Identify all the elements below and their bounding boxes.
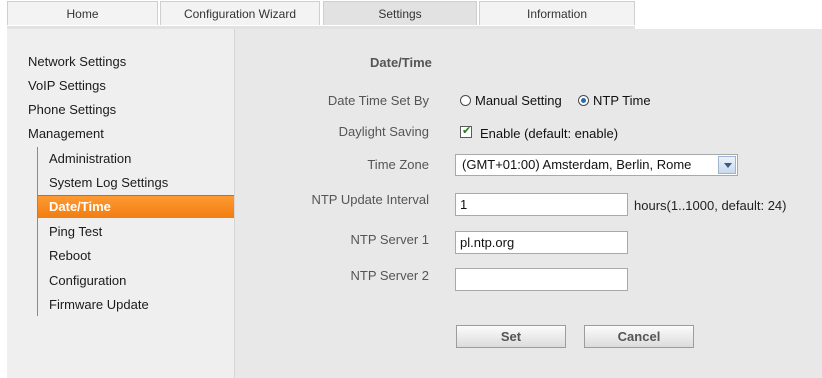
- ntp-server-1-input[interactable]: pl.ntp.org: [455, 231, 628, 254]
- sidebar-item-ping-test[interactable]: Ping Test: [49, 224, 102, 239]
- time-zone-value: (GMT+01:00) Amsterdam, Berlin, Rome: [462, 157, 692, 172]
- subnav-divider: [37, 147, 38, 316]
- manual-setting-label[interactable]: Manual Setting: [475, 93, 562, 108]
- top-tabs: Home Configuration Wizard Settings Infor…: [7, 0, 635, 27]
- ntp-server-2-input[interactable]: [455, 268, 628, 291]
- tab-information[interactable]: Information: [479, 1, 635, 25]
- ntp-update-interval-input[interactable]: 1: [455, 193, 628, 216]
- ntp-update-interval-label: NTP Update Interval: [311, 192, 429, 207]
- sidebar-item-configuration[interactable]: Configuration: [49, 273, 126, 288]
- sidebar-item-voip-settings[interactable]: VoIP Settings: [28, 78, 106, 93]
- cancel-button[interactable]: Cancel: [584, 325, 694, 348]
- ntp-time-label[interactable]: NTP Time: [593, 93, 651, 108]
- ntp-server-2-label: NTP Server 2: [350, 268, 429, 283]
- daylight-saving-label: Daylight Saving: [338, 124, 429, 139]
- page-title: Date/Time: [370, 55, 432, 70]
- sidebar-item-reboot[interactable]: Reboot: [49, 248, 91, 263]
- set-button[interactable]: Set: [456, 325, 566, 348]
- daylight-saving-enable-label[interactable]: Enable (default: enable): [480, 126, 618, 141]
- ntp-server-1-label: NTP Server 1: [350, 232, 429, 247]
- tab-settings[interactable]: Settings: [323, 1, 477, 25]
- sidebar-item-network-settings[interactable]: Network Settings: [28, 54, 126, 69]
- time-zone-select[interactable]: (GMT+01:00) Amsterdam, Berlin, Rome: [455, 154, 738, 176]
- ntp-time-radio[interactable]: [578, 95, 589, 106]
- sidebar-item-management[interactable]: Management: [28, 126, 104, 141]
- sidebar-item-label: Date/Time: [49, 199, 111, 214]
- chevron-down-icon[interactable]: [718, 156, 736, 174]
- sidebar-item-firmware-update[interactable]: Firmware Update: [49, 297, 149, 312]
- time-zone-label: Time Zone: [367, 157, 429, 172]
- daylight-saving-checkbox[interactable]: [460, 124, 472, 138]
- sidebar-item-system-log-settings[interactable]: System Log Settings: [49, 175, 168, 190]
- sidebar-item-date-time[interactable]: Date/Time: [38, 195, 244, 218]
- sidebar-item-administration[interactable]: Administration: [49, 151, 131, 166]
- ntp-update-interval-hint: hours(1..1000, default: 24): [634, 198, 787, 213]
- tab-home[interactable]: Home: [7, 1, 158, 25]
- date-time-set-by-label: Date Time Set By: [327, 93, 429, 108]
- sidebar-item-phone-settings[interactable]: Phone Settings: [28, 102, 116, 117]
- manual-setting-radio[interactable]: [460, 95, 471, 106]
- tab-configuration-wizard[interactable]: Configuration Wizard: [160, 1, 320, 25]
